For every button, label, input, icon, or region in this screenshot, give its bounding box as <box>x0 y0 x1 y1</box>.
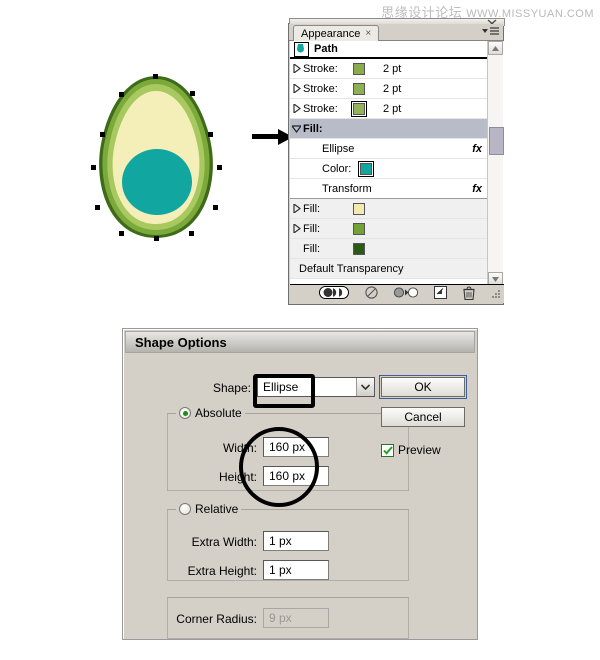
scrollbar-thumb[interactable] <box>489 127 504 155</box>
appearance-row-label: Fill: <box>303 122 323 135</box>
effect-name-label: Ellipse <box>322 142 355 155</box>
appearance-row-label: Stroke: <box>303 102 338 115</box>
dialog-title-bar[interactable]: Shape Options <box>125 331 475 353</box>
disclosure-triangle-icon[interactable] <box>290 204 303 213</box>
effect-name-label: Transform <box>322 182 372 195</box>
scrollbar-track[interactable] <box>488 55 504 272</box>
color-label: Color: <box>322 162 352 175</box>
appearance-row-default-transparency[interactable]: Default Transparency <box>290 259 488 279</box>
appearance-target-row[interactable]: Path <box>290 41 488 59</box>
path-thumbnail-icon <box>294 41 309 57</box>
appearance-row-list: Path Stroke: 2 pt Stroke: 2 pt Stroke: 2… <box>290 41 488 279</box>
disclosure-triangle-icon[interactable] <box>290 64 303 73</box>
panel-tab-row: Appearance × <box>289 24 503 41</box>
appearance-row-transform-effect[interactable]: Transform fx <box>290 179 488 199</box>
reduce-to-basic-appearance-icon[interactable] <box>393 286 419 302</box>
appearance-row-fill-2[interactable]: Fill: <box>290 219 488 239</box>
appearance-row-ellipse-effect[interactable]: Ellipse fx <box>290 139 488 159</box>
stroke-color-swatch[interactable] <box>353 82 365 95</box>
height-input[interactable]: 160 px <box>263 466 329 486</box>
relative-legend: Relative <box>176 502 242 516</box>
fx-icon[interactable]: fx <box>472 183 482 195</box>
appearance-row-label: Stroke: <box>303 82 338 95</box>
fx-icon[interactable]: fx <box>472 143 482 155</box>
relative-radio[interactable] <box>179 503 191 515</box>
stroke-weight-label: 2 pt <box>383 102 402 115</box>
shape-options-dialog: Shape Options Shape: Ellipse Absolute Wi… <box>122 328 478 640</box>
fill-color-swatch[interactable] <box>353 222 365 235</box>
preview-checkbox-row[interactable]: Preview <box>381 443 441 457</box>
appearance-target-label: Path <box>314 43 338 55</box>
relative-label: Relative <box>195 502 239 516</box>
corner-radius-input: 9 px <box>263 608 329 628</box>
avocado-pit <box>122 149 192 215</box>
absolute-label: Absolute <box>195 406 242 420</box>
extra-height-label: Extra Height: <box>187 564 257 578</box>
stroke-weight-label: 2 pt <box>383 62 402 75</box>
appearance-row-stroke-2[interactable]: Stroke: 2 pt <box>290 79 488 99</box>
screenshot-root: 思缘设计论坛 WWW.MISSYUAN.COM Appearance × Pat… <box>0 0 600 660</box>
appearance-panel: Appearance × Path Stroke: 2 pt Stroke: 2… <box>288 18 505 305</box>
appearance-row-label: Fill: <box>303 202 321 215</box>
tab-appearance[interactable]: Appearance × <box>293 25 380 41</box>
appearance-panel-scrollbar[interactable] <box>487 41 504 286</box>
width-label: Width: <box>222 441 257 455</box>
appearance-row-color[interactable]: Color: <box>290 159 488 179</box>
extra-width-label: Extra Width: <box>191 535 257 549</box>
stroke-color-swatch[interactable] <box>351 100 367 117</box>
appearance-panel-footer <box>290 284 504 303</box>
shape-dropdown-value: Ellipse <box>263 380 299 394</box>
disclosure-triangle-open-icon[interactable] <box>290 124 303 133</box>
extra-height-input[interactable]: 1 px <box>263 560 329 580</box>
duplicate-selected-item-icon[interactable] <box>434 286 447 302</box>
shape-label: Shape: <box>212 381 251 395</box>
extra-width-input[interactable]: 1 px <box>263 531 329 551</box>
preview-label: Preview <box>398 443 441 457</box>
height-label: Height: <box>218 470 257 484</box>
new-art-maintains-appearance-toggle-icon[interactable] <box>319 286 349 302</box>
appearance-row-fill-3[interactable]: Fill: <box>290 239 488 259</box>
chevron-down-icon[interactable] <box>356 378 374 396</box>
appearance-row-fill-1[interactable]: Fill: <box>290 199 488 219</box>
absolute-radio[interactable] <box>179 407 191 419</box>
clear-appearance-icon[interactable] <box>365 286 378 302</box>
appearance-row-label: Fill: <box>303 222 321 235</box>
appearance-row-label: Stroke: <box>303 62 338 75</box>
dialog-body: Shape: Ellipse Absolute Width: 160 px He… <box>125 355 475 639</box>
shape-dropdown[interactable]: Ellipse <box>257 377 375 397</box>
fill-color-swatch[interactable] <box>353 202 365 215</box>
disclosure-triangle-icon[interactable] <box>290 224 303 233</box>
ok-button[interactable]: OK <box>379 375 467 399</box>
appearance-row-stroke-1[interactable]: Stroke: 2 pt <box>290 59 488 79</box>
tab-close-icon[interactable]: × <box>365 28 371 39</box>
cancel-button[interactable]: Cancel <box>381 407 465 427</box>
absolute-legend: Absolute <box>176 406 245 420</box>
appearance-row-fill-selected[interactable]: Fill: <box>290 119 488 139</box>
tab-appearance-label: Appearance <box>301 27 361 40</box>
delete-selected-item-icon[interactable] <box>463 285 475 303</box>
disclosure-triangle-icon[interactable] <box>290 104 303 113</box>
stroke-color-swatch[interactable] <box>353 62 365 75</box>
preview-checkbox[interactable] <box>381 443 394 457</box>
appearance-panel-body: Path Stroke: 2 pt Stroke: 2 pt Stroke: 2… <box>290 41 504 286</box>
panel-resize-grip[interactable] <box>492 290 501 302</box>
fill-color-swatch[interactable] <box>353 242 365 255</box>
default-transparency-label: Default Transparency <box>299 262 404 275</box>
stroke-weight-label: 2 pt <box>383 82 402 95</box>
avocado-half-illustration <box>72 72 240 262</box>
corner-radius-label: Corner Radius: <box>176 612 257 626</box>
width-input[interactable]: 160 px <box>263 437 329 457</box>
appearance-row-label: Fill: <box>303 242 321 255</box>
scroll-up-button[interactable] <box>488 41 503 55</box>
disclosure-triangle-icon[interactable] <box>290 84 303 93</box>
dialog-title-label: Shape Options <box>135 334 227 350</box>
panel-menu-icon[interactable] <box>479 24 501 39</box>
appearance-row-stroke-3[interactable]: Stroke: 2 pt <box>290 99 488 119</box>
fill-color-swatch[interactable] <box>358 160 374 177</box>
